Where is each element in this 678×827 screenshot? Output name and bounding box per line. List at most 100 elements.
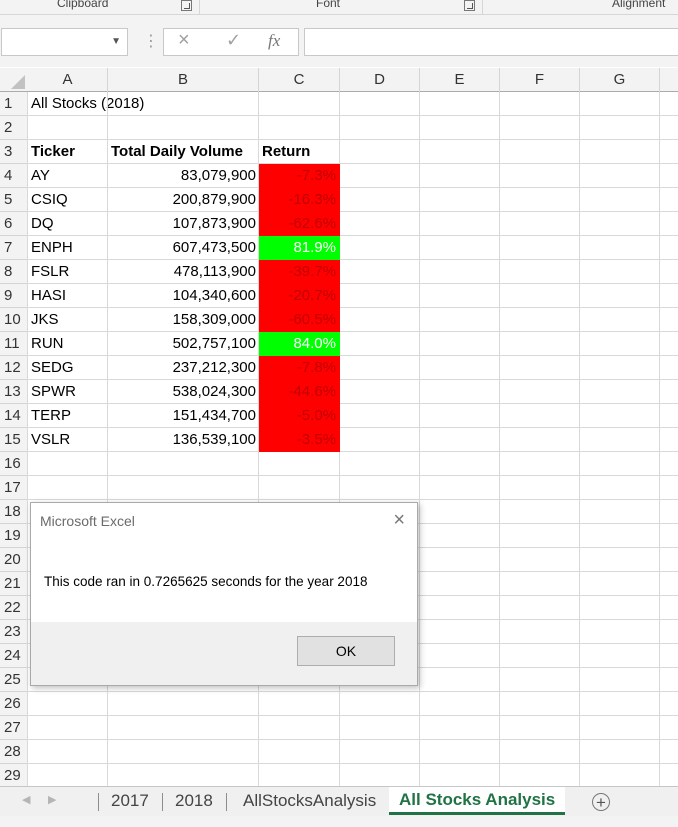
row-header[interactable]: 28: [0, 740, 28, 764]
volume-cell[interactable]: 502,757,100: [108, 332, 259, 356]
return-cell[interactable]: 84.0%: [259, 332, 340, 356]
tab-2017[interactable]: 2017: [111, 789, 149, 813]
new-sheet-icon[interactable]: +: [592, 793, 610, 811]
row-header[interactable]: 19: [0, 524, 28, 548]
volume-cell[interactable]: 83,079,900: [108, 164, 259, 188]
return-cell[interactable]: -60.5%: [259, 308, 340, 332]
ticker-cell[interactable]: AY: [28, 164, 53, 188]
row-header[interactable]: 8: [0, 260, 28, 284]
row-header[interactable]: 7: [0, 236, 28, 260]
ticker-cell[interactable]: JKS: [28, 308, 62, 332]
return-cell[interactable]: -44.6%: [259, 380, 340, 404]
gridline-horizontal: [28, 739, 678, 740]
tab-allstocksanalysis[interactable]: AllStocksAnalysis: [243, 789, 376, 813]
drag-handle-icon[interactable]: ⋮: [143, 31, 159, 51]
return-cell[interactable]: -3.5%: [259, 428, 340, 452]
ticker-cell[interactable]: DQ: [28, 212, 57, 236]
volume-cell[interactable]: 478,113,900: [108, 260, 259, 284]
column-header-g[interactable]: G: [580, 68, 660, 92]
scroll-tabs-left-icon[interactable]: ◀: [22, 793, 30, 806]
ticker-cell[interactable]: SPWR: [28, 380, 79, 404]
return-cell[interactable]: -39.7%: [259, 260, 340, 284]
volume-cell[interactable]: 607,473,500: [108, 236, 259, 260]
ticker-cell[interactable]: SEDG: [28, 356, 77, 380]
ribbon-group-clipboard: Clipboard: [57, 0, 109, 10]
row-header[interactable]: 27: [0, 716, 28, 740]
column-header-c[interactable]: C: [259, 68, 340, 92]
row-header[interactable]: 10: [0, 308, 28, 332]
row-header[interactable]: 11: [0, 332, 28, 356]
return-cell[interactable]: -20.7%: [259, 284, 340, 308]
row-header[interactable]: 20: [0, 548, 28, 572]
volume-cell[interactable]: 104,340,600: [108, 284, 259, 308]
insert-function-icon[interactable]: fx: [268, 31, 280, 51]
ribbon-group-alignment: Alignment: [612, 0, 666, 10]
volume-cell[interactable]: 151,434,700: [108, 404, 259, 428]
font-launcher-icon[interactable]: [464, 0, 475, 11]
row-header[interactable]: 29: [0, 764, 28, 788]
row-header[interactable]: 23: [0, 620, 28, 644]
row-header[interactable]: 21: [0, 572, 28, 596]
return-cell[interactable]: -5.0%: [259, 404, 340, 428]
column-header-d[interactable]: D: [340, 68, 420, 92]
volume-cell[interactable]: 538,024,300: [108, 380, 259, 404]
row-header[interactable]: 1: [0, 92, 28, 116]
tab-all-stocks-analysis[interactable]: All Stocks Analysis: [389, 787, 566, 815]
row-header[interactable]: 5: [0, 188, 28, 212]
header-return[interactable]: Return: [259, 140, 313, 164]
return-cell[interactable]: -7.3%: [259, 164, 340, 188]
name-box[interactable]: ▼: [1, 28, 128, 56]
volume-cell[interactable]: 136,539,100: [108, 428, 259, 452]
sheet-title-cell[interactable]: All Stocks (2018): [28, 92, 147, 116]
formula-input[interactable]: [304, 28, 678, 56]
ticker-cell[interactable]: RUN: [28, 332, 67, 356]
header-volume[interactable]: Total Daily Volume: [108, 140, 246, 164]
row-header[interactable]: 2: [0, 116, 28, 140]
return-cell[interactable]: -16.3%: [259, 188, 340, 212]
enter-icon[interactable]: ✓: [226, 30, 241, 51]
row-header[interactable]: 18: [0, 500, 28, 524]
header-ticker[interactable]: Ticker: [28, 140, 78, 164]
ticker-cell[interactable]: HASI: [28, 284, 69, 308]
row-header[interactable]: 12: [0, 356, 28, 380]
row-header[interactable]: 9: [0, 284, 28, 308]
ticker-cell[interactable]: TERP: [28, 404, 74, 428]
volume-cell[interactable]: 237,212,300: [108, 356, 259, 380]
row-header[interactable]: 25: [0, 668, 28, 692]
row-header[interactable]: 15: [0, 428, 28, 452]
ticker-cell[interactable]: FSLR: [28, 260, 72, 284]
column-header-a[interactable]: A: [28, 68, 108, 92]
column-header-e[interactable]: E: [420, 68, 500, 92]
volume-cell[interactable]: 200,879,900: [108, 188, 259, 212]
row-header[interactable]: 17: [0, 476, 28, 500]
clipboard-launcher-icon[interactable]: [181, 0, 192, 11]
row-header[interactable]: 13: [0, 380, 28, 404]
volume-cell[interactable]: 158,309,000: [108, 308, 259, 332]
scroll-tabs-right-icon[interactable]: ▶: [48, 793, 56, 806]
return-cell[interactable]: 81.9%: [259, 236, 340, 260]
gridline-vertical: [419, 92, 420, 788]
tab-2018[interactable]: 2018: [175, 789, 213, 813]
row-header[interactable]: 16: [0, 452, 28, 476]
select-all-corner[interactable]: [0, 68, 28, 92]
row-header[interactable]: 14: [0, 404, 28, 428]
column-header-b[interactable]: B: [108, 68, 259, 92]
row-header[interactable]: 4: [0, 164, 28, 188]
gridline-horizontal: [28, 139, 678, 140]
row-header[interactable]: 6: [0, 212, 28, 236]
cancel-icon[interactable]: ×: [178, 29, 190, 52]
ticker-cell[interactable]: ENPH: [28, 236, 76, 260]
volume-cell[interactable]: 107,873,900: [108, 212, 259, 236]
return-cell[interactable]: -62.6%: [259, 212, 340, 236]
ticker-cell[interactable]: VSLR: [28, 428, 73, 452]
return-cell[interactable]: -7.8%: [259, 356, 340, 380]
column-header-f[interactable]: F: [500, 68, 580, 92]
ticker-cell[interactable]: CSIQ: [28, 188, 71, 212]
row-header[interactable]: 3: [0, 140, 28, 164]
close-icon[interactable]: ×: [393, 509, 405, 532]
chevron-down-icon[interactable]: ▼: [111, 36, 121, 47]
row-header[interactable]: 26: [0, 692, 28, 716]
row-header[interactable]: 22: [0, 596, 28, 620]
ok-button[interactable]: OK: [297, 636, 395, 666]
row-header[interactable]: 24: [0, 644, 28, 668]
